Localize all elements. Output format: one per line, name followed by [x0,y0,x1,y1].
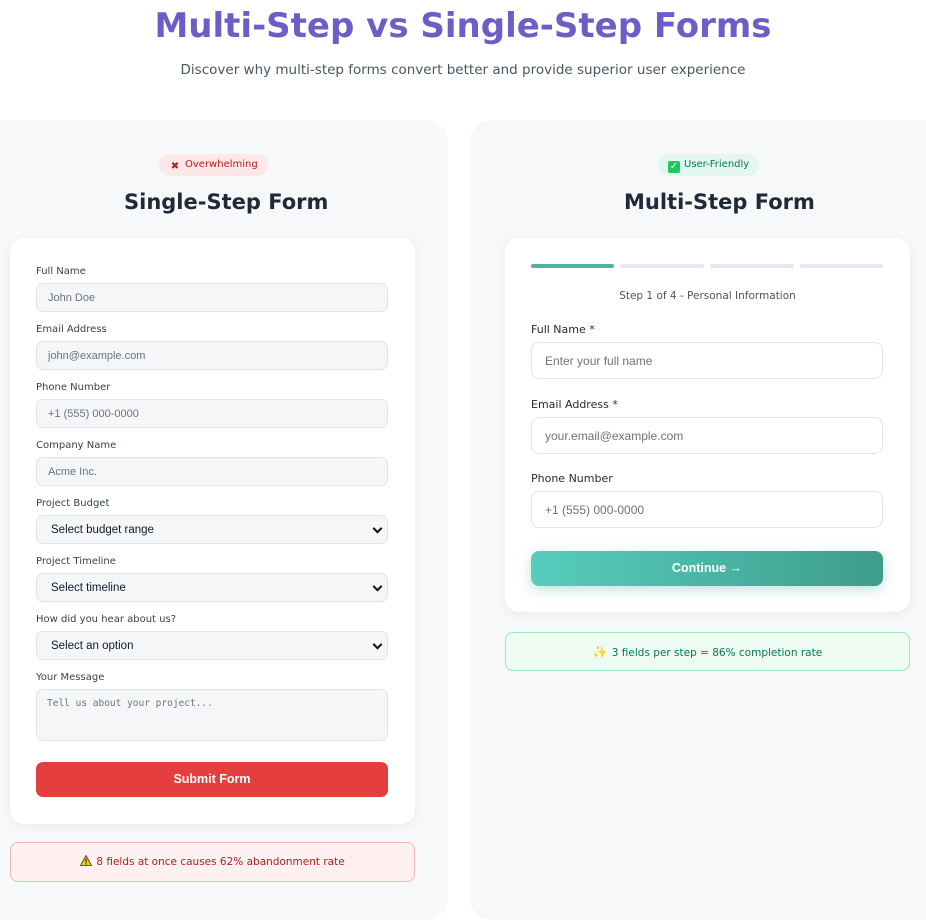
continue-button[interactable]: Continue → [531,551,883,586]
budget-label: Project Budget [36,498,110,509]
page-title: Multi-Step vs Single-Step Forms [154,6,772,46]
message-label: Your Message [36,672,105,683]
company-input[interactable]: Acme Inc. [36,457,388,486]
message-textarea[interactable]: Tell us about your project... [36,689,388,741]
warning-icon [80,843,93,881]
full-name-input[interactable]: John Doe [36,283,388,312]
completion-stat-text: 3 fields per step = 86% completion rate [611,647,823,659]
single-step-form-card: Full Name John Doe Email Address john@ex… [10,238,415,824]
chevron-down-icon [372,523,383,534]
chevron-down-icon [372,581,383,592]
progress-step-4 [800,264,883,268]
sparkles-icon: ✨ [592,645,608,659]
phone-label: Phone Number [531,472,613,485]
multi-step-title: Multi-Step Form [624,190,815,214]
user-friendly-badge-label: User-Friendly [684,159,750,170]
page-header: Multi-Step vs Single-Step Forms Discover… [0,0,926,120]
progress-step-2 [620,264,704,268]
chevron-down-icon [372,639,383,650]
cross-mark-icon: ✖ [170,161,180,172]
source-select[interactable]: Select an option [36,631,388,660]
timeline-select-value: Select timeline [51,581,126,594]
progress-step-1 [531,264,614,268]
abandonment-stat: 8 fields at once causes 62% abandonment … [10,842,415,882]
email-input[interactable]: your.email@example.com [531,417,883,454]
full-name-input[interactable]: Enter your full name [531,342,883,379]
phone-label: Phone Number [36,382,111,393]
page-subtitle: Discover why multi-step forms convert be… [180,62,746,78]
progress-step-3 [710,264,794,268]
submit-form-button[interactable]: Submit Form [36,762,388,797]
overwhelming-badge-label: Overwhelming [185,159,258,170]
full-name-label: Full Name [36,266,86,277]
phone-input[interactable]: +1 (555) 000-0000 [531,491,883,528]
timeline-label: Project Timeline [36,556,116,567]
timeline-select[interactable]: Select timeline [36,573,388,602]
budget-select-value: Select budget range [51,523,154,536]
email-label: Email Address * [531,398,618,411]
company-label: Company Name [36,440,117,451]
step-indicator: Step 1 of 4 - Personal Information [619,290,796,302]
multi-step-form-card: Step 1 of 4 - Personal Information Full … [505,238,910,612]
budget-select[interactable]: Select budget range [36,515,388,544]
full-name-label: Full Name * [531,323,595,336]
source-label: How did you hear about us? [36,614,176,625]
completion-stat: ✨ 3 fields per step = 86% completion rate [505,632,910,671]
email-input[interactable]: john@example.com [36,341,388,370]
single-step-title: Single-Step Form [124,190,329,214]
overwhelming-badge: ✖ Overwhelming [159,154,268,176]
user-friendly-badge: ✓ User-Friendly [658,154,760,176]
phone-input[interactable]: +1 (555) 000-0000 [36,399,388,428]
email-label: Email Address [36,324,107,335]
check-mark-icon: ✓ [668,161,680,173]
abandonment-stat-text: 8 fields at once causes 62% abandonment … [96,856,345,868]
source-select-value: Select an option [51,639,134,652]
